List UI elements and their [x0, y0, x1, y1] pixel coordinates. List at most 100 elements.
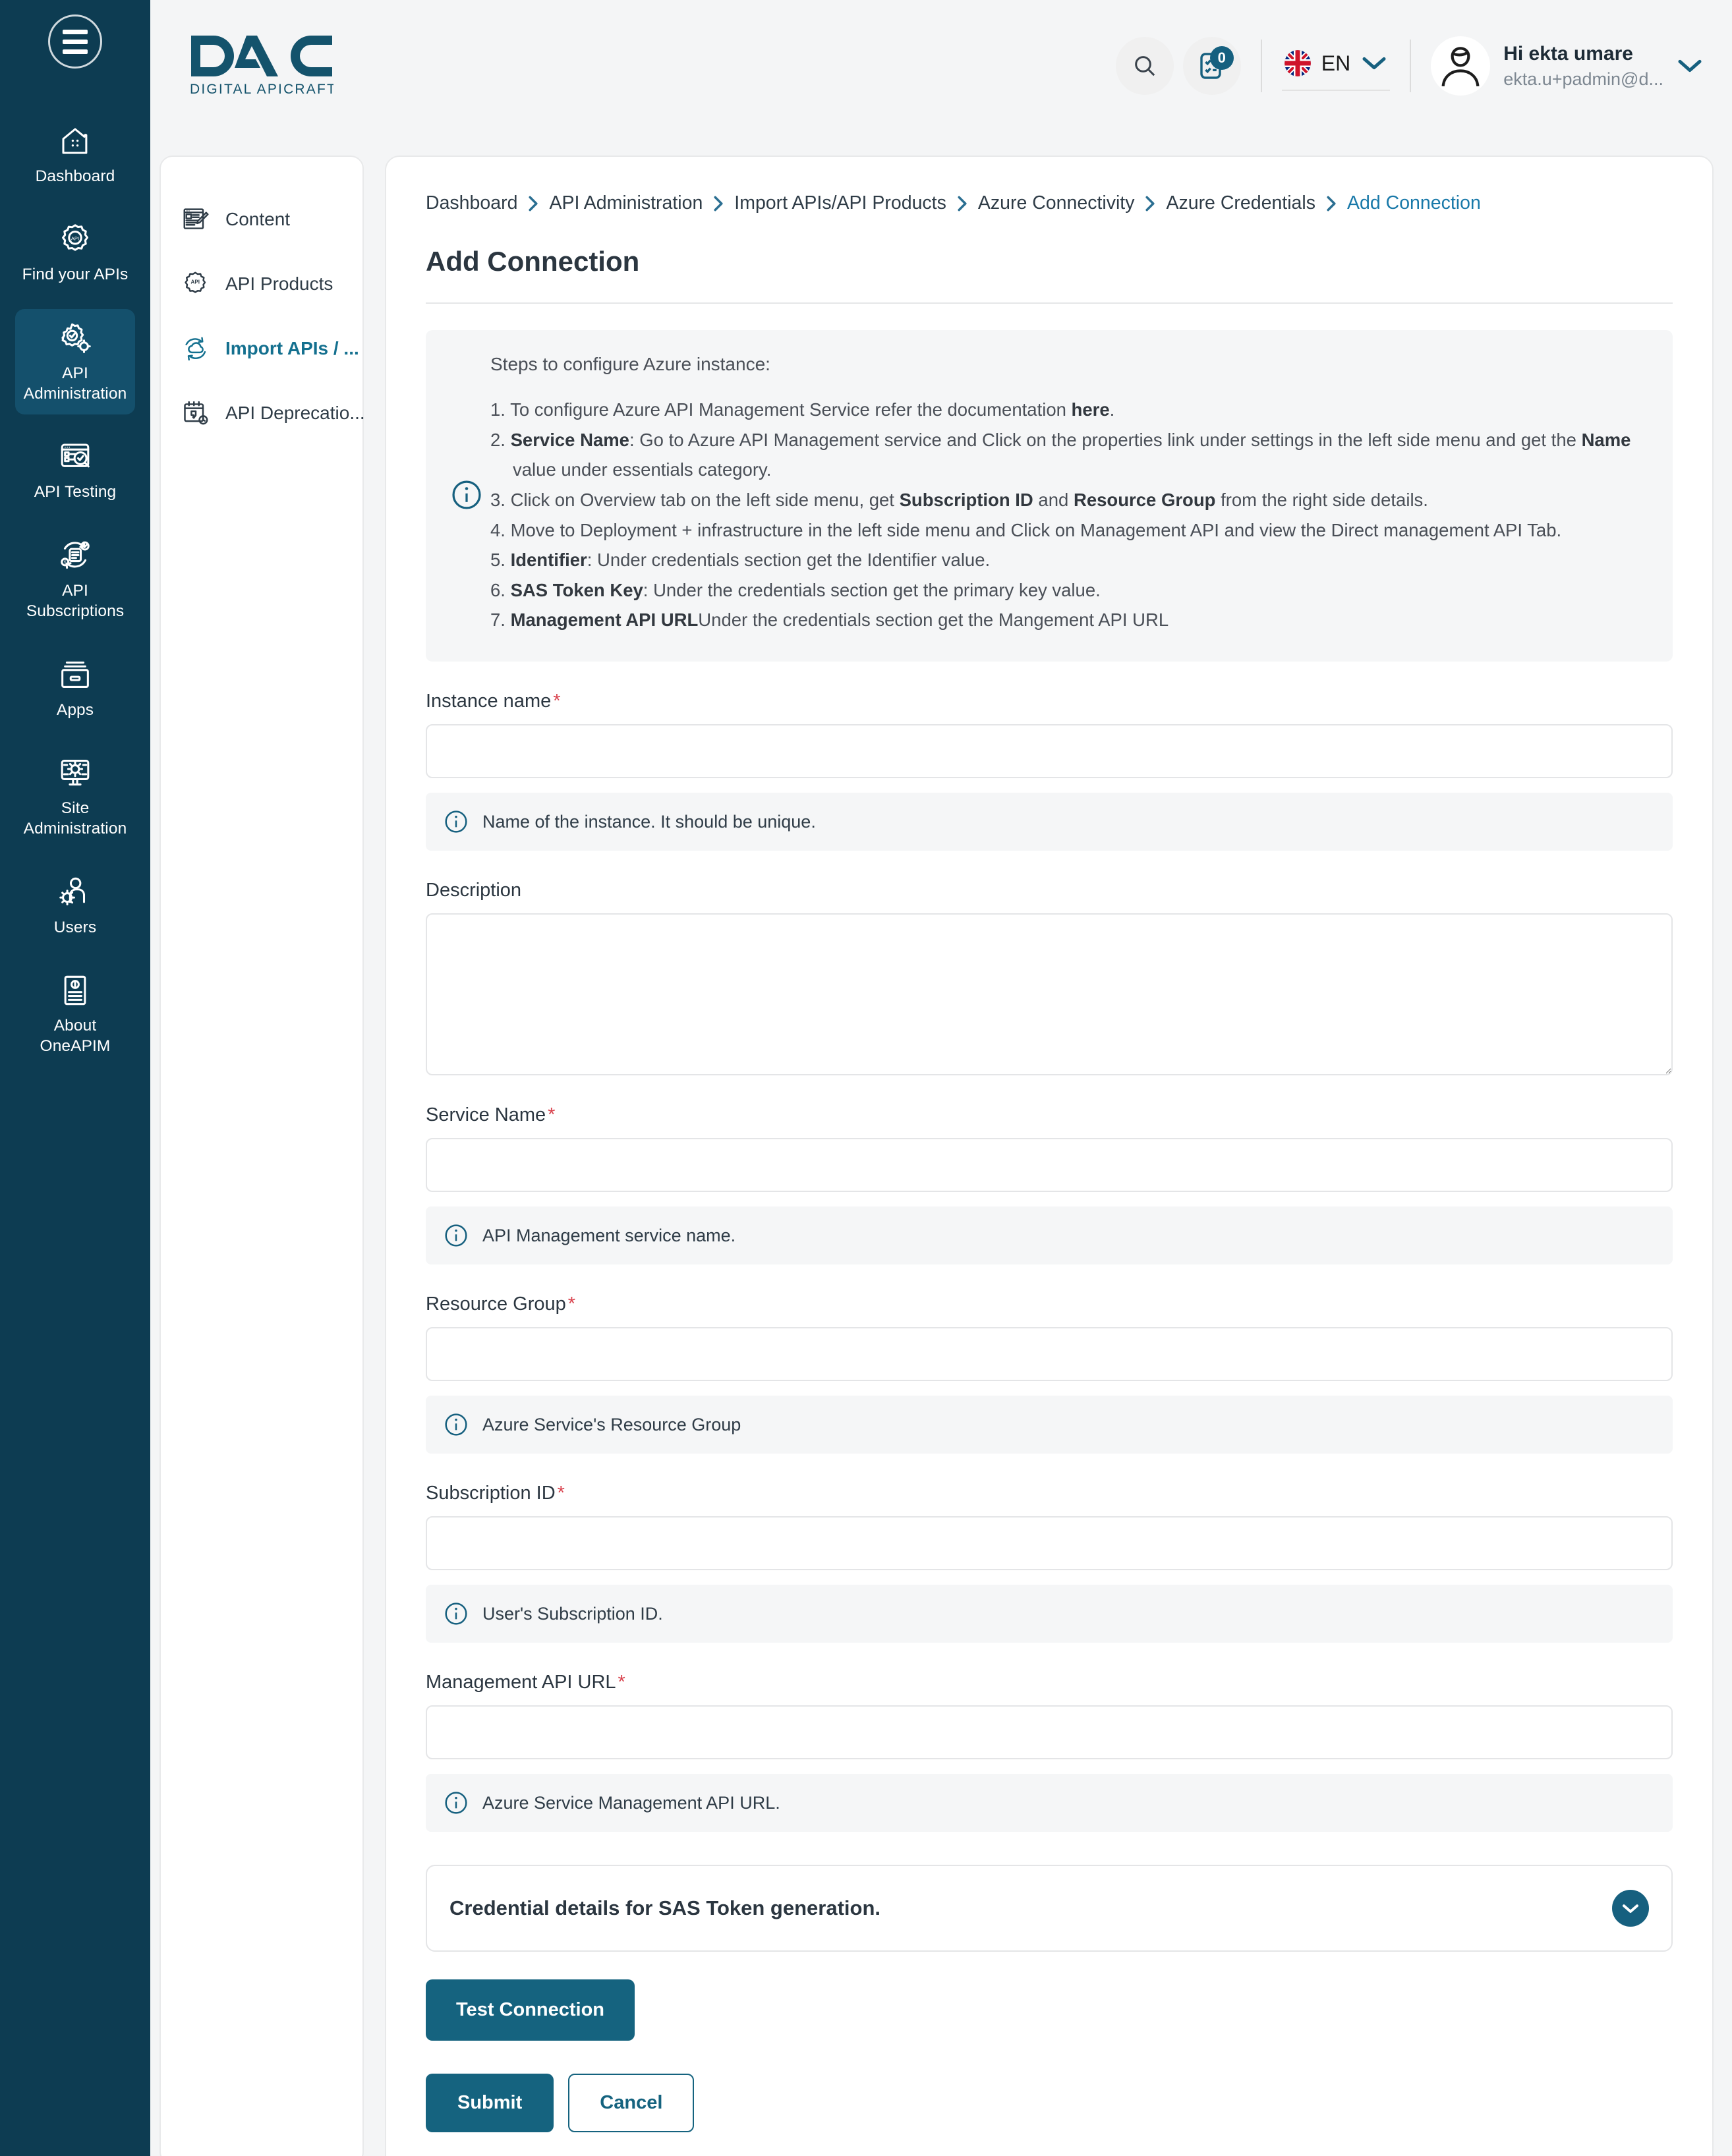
- sidebar-item-api-subscriptions[interactable]: $ API Subscriptions: [15, 526, 135, 633]
- info-icon: [443, 1601, 469, 1627]
- api-administration-icon: [57, 320, 94, 356]
- api-subscriptions-icon: $: [57, 537, 94, 574]
- management-api-url-input[interactable]: [426, 1705, 1673, 1760]
- content-area: Content API API Products Import APIs / ... A…: [150, 132, 1732, 2156]
- service-name-input[interactable]: [426, 1138, 1673, 1193]
- sidebar-item-apps[interactable]: Apps: [15, 646, 135, 731]
- step-item: Management API URLUnder the credentials …: [510, 610, 1169, 631]
- field-group-instance-name: Instance name * Name of the instance. It s…: [426, 691, 1673, 851]
- service-name-hint: API Management service name.: [426, 1206, 1673, 1265]
- subscription-id-input[interactable]: [426, 1516, 1673, 1571]
- breadcrumb-item[interactable]: Dashboard: [426, 192, 517, 214]
- step-item: SAS Token Key: Under the credentials sec…: [510, 579, 1101, 600]
- language-selector[interactable]: EN: [1281, 41, 1391, 91]
- chevron-down-icon[interactable]: [1612, 1890, 1649, 1927]
- sidebar-item-api-administration[interactable]: API Administration: [15, 308, 135, 415]
- sidebar-item-label: API Administration: [23, 364, 127, 403]
- chevron-right-icon: [528, 195, 538, 212]
- user-email: ekta.u+padmin@d...: [1503, 69, 1663, 89]
- sidebar-item-dashboard[interactable]: Dashboard: [15, 112, 135, 197]
- search-button[interactable]: [1115, 37, 1174, 95]
- sidebar-item-api-testing[interactable]: API Testing: [15, 428, 135, 513]
- breadcrumb-item[interactable]: Add Connection: [1347, 192, 1481, 214]
- resource-group-input[interactable]: [426, 1327, 1673, 1382]
- tasks-button[interactable]: 0: [1182, 37, 1241, 95]
- step-item: To configure Azure API Management Servic…: [510, 399, 1115, 420]
- subnav-item-api-products[interactable]: API API Products: [161, 252, 362, 316]
- subscription-id-label: Subscription ID *: [426, 1483, 1673, 1504]
- breadcrumb-item[interactable]: API Administration: [549, 192, 703, 214]
- users-icon: [57, 874, 94, 911]
- hamburger-menu-icon[interactable]: [48, 14, 102, 69]
- subnav-item-api-deprecatio[interactable]: API Deprecatio...: [161, 381, 365, 445]
- user-text: Hi ekta umare ekta.u+padmin@d...: [1503, 43, 1663, 90]
- svg-text:DIGITAL APICRAFT: DIGITAL APICRAFT: [190, 82, 333, 97]
- chevron-right-icon: [713, 195, 724, 212]
- breadcrumb-item[interactable]: Azure Connectivity: [978, 192, 1135, 214]
- steps-list: To configure Azure API Management Servic…: [490, 395, 1650, 635]
- sidebar-item-label: Find your APIs: [22, 266, 129, 284]
- secondary-sidebar: Content API API Products Import APIs / ... A…: [159, 156, 365, 2156]
- apps-icon: [57, 656, 94, 693]
- sidebar-item-label: Users: [53, 918, 97, 936]
- field-label-text: Management API URL: [426, 1672, 616, 1693]
- field-label-text: Subscription ID: [426, 1483, 556, 1504]
- sidebar-item-about-oneapim[interactable]: About OneAPIM: [15, 961, 135, 1067]
- breadcrumb-item[interactable]: Import APIs/API Products: [734, 192, 946, 214]
- field-group-management-api-url: Management API URL * Azure Service Managem…: [426, 1672, 1673, 1832]
- required-asterisk: *: [548, 1104, 556, 1126]
- language-code: EN: [1321, 51, 1351, 75]
- breadcrumb-item[interactable]: Azure Credentials: [1166, 192, 1315, 214]
- user-greeting: Hi ekta umare: [1503, 42, 1633, 65]
- chevron-down-icon: [1677, 57, 1703, 74]
- info-icon: [443, 1411, 469, 1438]
- tasks-badge: 0: [1209, 46, 1234, 70]
- content-icon: [181, 204, 211, 235]
- sidebar-item-users[interactable]: Users: [15, 863, 135, 948]
- avatar-icon: [1441, 47, 1480, 87]
- dac-logo[interactable]: DIGITAL APICRAFT: [190, 34, 333, 98]
- cancel-button[interactable]: Cancel: [568, 2074, 695, 2133]
- dashboard-icon: [57, 123, 94, 159]
- user-menu[interactable]: Hi ekta umare ekta.u+padmin@d...: [1431, 36, 1703, 96]
- sidebar-item-find-your-apis[interactable]: API Find your APIs: [15, 210, 135, 295]
- submit-button[interactable]: Submit: [426, 2074, 554, 2133]
- chevron-right-icon: [957, 195, 967, 212]
- required-asterisk: *: [553, 691, 561, 712]
- steps-body: Steps to configure Azure instance: To co…: [490, 354, 1650, 635]
- step-item: Click on Overview tab on the left side m…: [510, 489, 1428, 510]
- description-input[interactable]: [426, 913, 1673, 1076]
- app-root: Dashboard API Find your APIs API Administra…: [0, 0, 1732, 2156]
- uk-flag-icon: [1284, 50, 1311, 76]
- subnav-item-content[interactable]: Content: [161, 187, 362, 252]
- sidebar-item-label: About OneAPIM: [40, 1016, 111, 1056]
- sas-credentials-accordion[interactable]: Credential details for SAS Token generat…: [426, 1865, 1673, 1952]
- api-testing-icon: [57, 438, 94, 475]
- sidebar-item-site-administration[interactable]: Site Administration: [15, 744, 135, 850]
- form-actions: Submit Cancel: [426, 2074, 1673, 2133]
- sidebar-item-label: API Subscriptions: [26, 581, 125, 621]
- right-pane: DIGITAL APICRAFT 0 EN Hi ekta umare ekta…: [150, 0, 1732, 2156]
- header-divider-1: [1260, 40, 1262, 92]
- hint-text: API Management service name.: [482, 1225, 736, 1245]
- sidebar-item-label: API Testing: [34, 483, 117, 501]
- info-icon: [443, 478, 490, 512]
- field-label-text: Instance name: [426, 691, 552, 712]
- field-group-service-name: Service Name * API Management service name…: [426, 1104, 1673, 1265]
- management-api-url-hint: Azure Service Management API URL.: [426, 1774, 1673, 1832]
- description-label: Description: [426, 880, 1673, 901]
- instance-name-input[interactable]: [426, 724, 1673, 779]
- accordion-title: Credential details for SAS Token generat…: [449, 1896, 880, 1920]
- top-header: DIGITAL APICRAFT 0 EN Hi ekta umare ekta…: [150, 0, 1732, 132]
- test-connection-button[interactable]: Test Connection: [426, 1979, 635, 2041]
- chevron-right-icon: [1326, 195, 1337, 212]
- main-content-card: Dashboard API Administration Import APIs/A…: [385, 156, 1714, 2156]
- subnav-item-import-apis[interactable]: Import APIs / ...: [161, 316, 362, 381]
- avatar: [1431, 36, 1491, 96]
- search-icon: [1134, 56, 1155, 76]
- import-apis-icon: [181, 333, 211, 364]
- breadcrumb: Dashboard API Administration Import APIs/A…: [426, 192, 1673, 214]
- svg-text:API: API: [71, 236, 79, 242]
- step-item: Identifier: Under credentials section ge…: [510, 550, 991, 571]
- info-icon: [443, 1222, 469, 1249]
